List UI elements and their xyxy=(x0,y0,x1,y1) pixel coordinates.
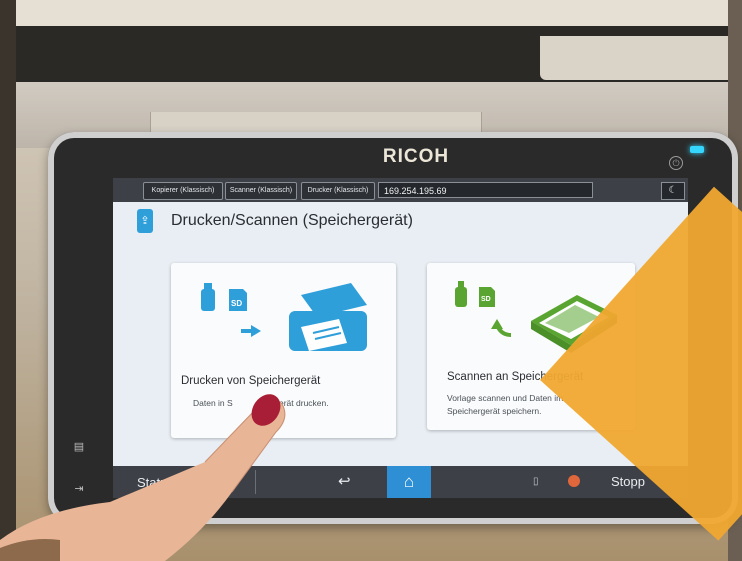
usb-icon: ⇪ xyxy=(137,209,153,233)
svg-text:SD: SD xyxy=(231,299,242,308)
usb-icon xyxy=(455,281,467,307)
kopierer-button[interactable]: Kopierer (Klassisch) xyxy=(143,182,223,200)
left-edge xyxy=(0,0,16,561)
svg-text:SD: SD xyxy=(481,296,491,303)
side-login-icon[interactable]: ⇥ xyxy=(68,478,90,500)
print-card-title: Drucken von Speichergerät xyxy=(181,375,321,387)
page-title: Drucken/Scannen (Speichergerät) xyxy=(171,212,413,229)
ip-address-field[interactable]: 169.254.195.69 xyxy=(378,182,593,198)
brand-logo: RICOH xyxy=(382,146,450,167)
print-from-storage-card[interactable]: SD Drucken von Speichergerät Daten in S … xyxy=(171,263,396,438)
home-icon[interactable]: ⌂ xyxy=(387,466,431,498)
info-icon[interactable]: ▯ xyxy=(533,476,539,487)
sd-card-icon: SD xyxy=(229,289,247,311)
back-arrow-icon[interactable]: ↩ xyxy=(338,472,351,490)
top-bar: Kopierer (Klassisch) Scanner (Klassisch)… xyxy=(113,178,688,202)
stop-icon[interactable] xyxy=(568,475,580,487)
status-button[interactable]: Statu xyxy=(137,475,167,490)
print-illustration: SD xyxy=(201,283,367,351)
power-icon[interactable]: ⏻ xyxy=(669,156,683,170)
printer-icon xyxy=(289,283,367,351)
scanner-button[interactable]: Scanner (Klassisch) xyxy=(225,182,297,200)
divider xyxy=(255,470,256,494)
usb-icon xyxy=(201,283,215,311)
print-card-desc-left: Daten in S xyxy=(193,398,233,408)
bottom-bar: Statu ↩ ⌂ ▯ Stopp xyxy=(113,466,688,498)
moon-icon[interactable]: ☾ xyxy=(661,182,685,200)
output-flap xyxy=(540,36,728,80)
drucker-button[interactable]: Drucker (Klassisch) xyxy=(301,182,375,200)
print-card-desc-right: erät drucken. xyxy=(279,398,329,408)
side-print-icon[interactable]: ▤ xyxy=(68,436,90,458)
status-led xyxy=(690,146,704,153)
title-bar: ⇪ Drucken/Scannen (Speichergerät) xyxy=(113,202,688,242)
sd-card-icon: SD xyxy=(479,287,495,307)
stop-button[interactable]: Stopp xyxy=(611,474,645,489)
